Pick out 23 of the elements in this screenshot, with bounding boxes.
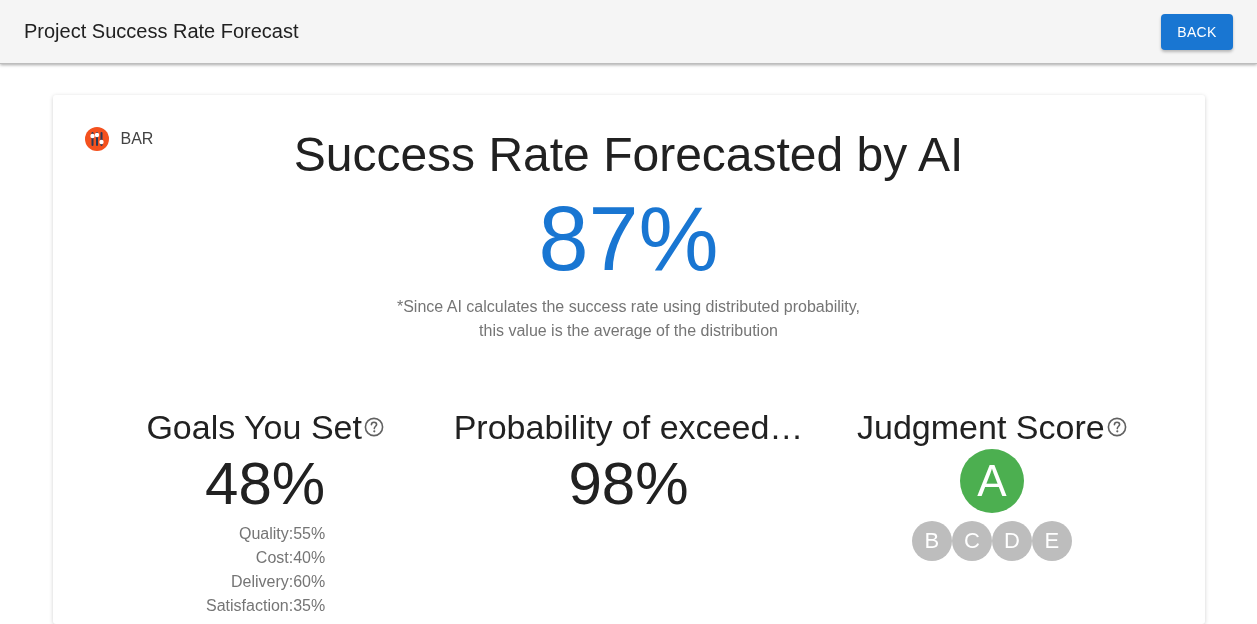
success-rate-value: 87% [537,188,720,291]
help-icon[interactable] [1106,417,1127,437]
grade-badge: A [959,449,1024,513]
goal-breakdown-text: Delivery:60% [230,572,326,592]
metric-title: Goals You Set [146,407,362,447]
grade-badge: C [951,521,992,561]
help-icon[interactable] [363,417,384,437]
goal-breakdown-text: Cost:40% [255,548,326,568]
grade-badge: B [911,521,952,561]
grade-badge: D [991,521,1032,561]
metric-value: 98% [568,449,689,519]
page-title: Project Success Rate Forecast [24,20,299,43]
metric-title: Probability of exceed… [453,407,804,447]
forecast-note: *Since AI calculates the success rate using distributed probability, this value is the average of the distribution [395,297,862,341]
back-button[interactable]: BACK [1161,13,1233,50]
metric-title: Judgment Score [857,407,1105,447]
grade-badge: E [1031,521,1072,561]
metric-value: 48% [205,449,326,519]
goal-breakdown-text: Quality:55% [238,524,326,544]
goal-breakdown-text: Satisfaction:35% [206,596,326,616]
sliders-icon [84,127,109,151]
chart-type-button[interactable]: BAR [84,127,154,151]
forecast-heading: Success Rate Forecasted by AI [293,127,964,183]
